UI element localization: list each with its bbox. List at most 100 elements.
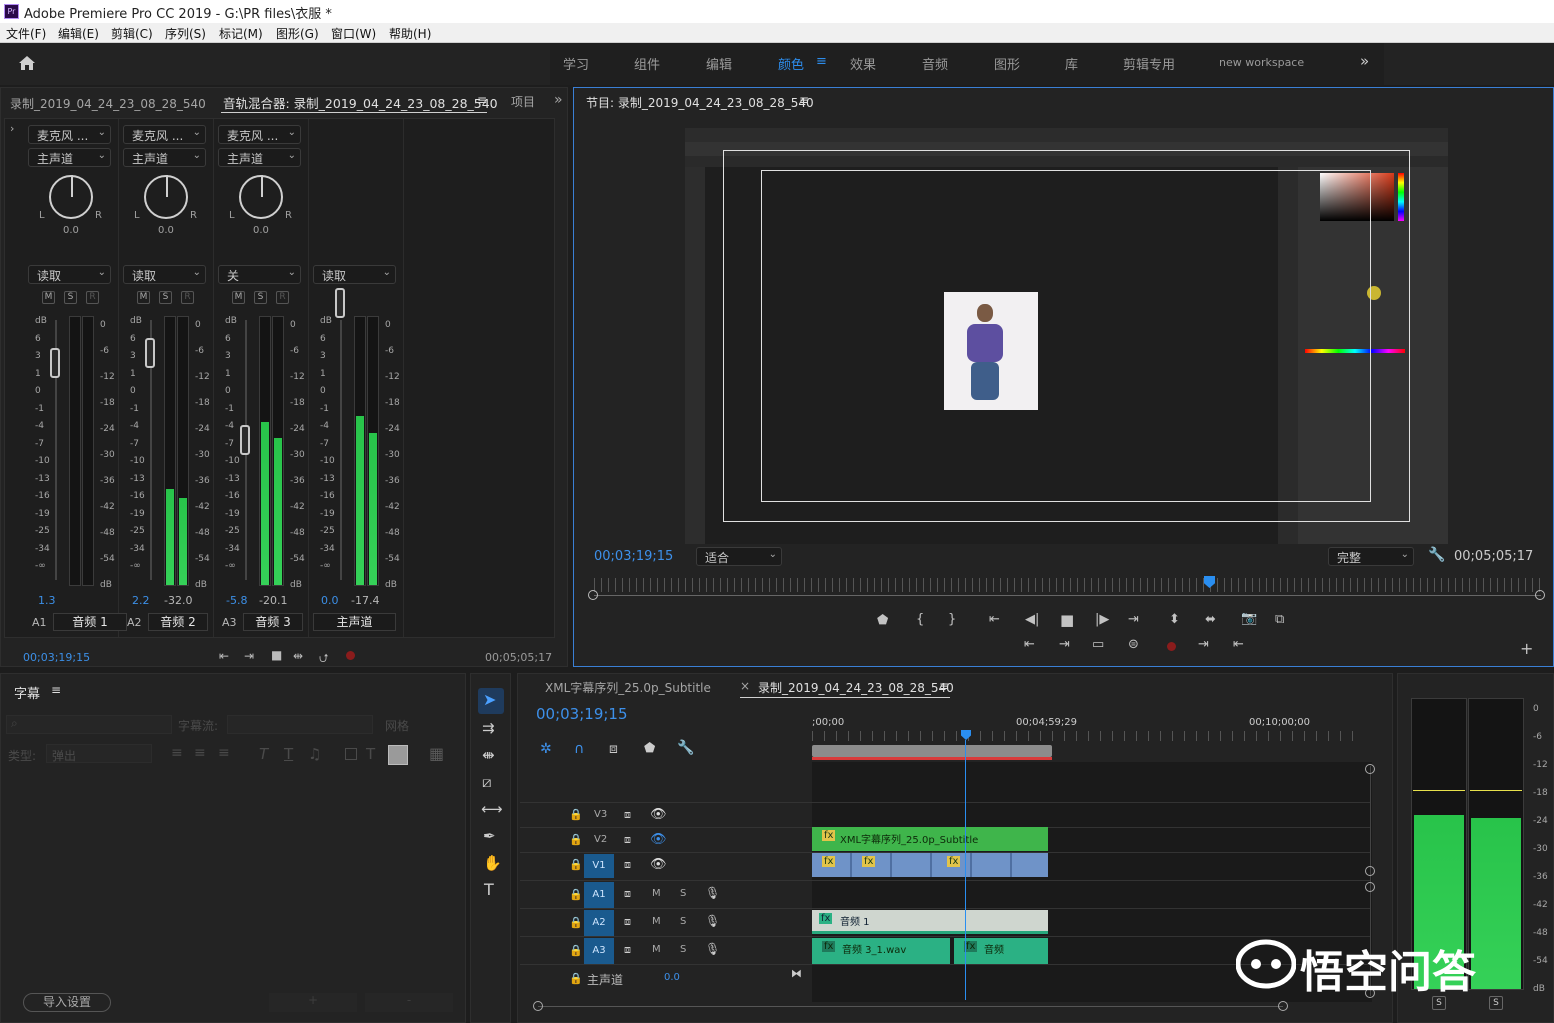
program-playhead-timecode[interactable]: 00;03;19;15 [594,549,673,564]
color-swatch[interactable] [388,745,408,765]
linked-selection-icon[interactable]: ⧈ [609,741,618,757]
program-title[interactable]: 节目: 录制_2019_04_24_23_08_28_540 [586,94,814,111]
ch3-input-select[interactable]: 麦克风 ... ⌄ [218,125,301,144]
track-select-tool-icon[interactable]: ⇉ [482,719,495,737]
caption-search-input[interactable] [6,715,172,734]
selection-tool-icon[interactable]: ➤ [483,690,496,709]
expand-chevron-icon[interactable]: › [10,122,14,135]
v3-sync-icon[interactable]: ⧈ [624,808,631,822]
master-track-volume[interactable]: 0.0 [664,972,680,983]
ch3-mute[interactable]: M [232,291,245,304]
a1-solo[interactable]: S [680,888,686,899]
timeline-menu-icon[interactable]: ≡ [939,679,949,693]
v1-label[interactable]: V1 [584,854,614,878]
menu-marker[interactable]: 标记(M) [219,25,263,42]
step-forward-icon[interactable]: |▶ [1095,612,1109,627]
menu-file[interactable]: 文件(F) [6,25,46,42]
ch2-output-select[interactable]: 主声道 ⌄ [123,148,206,167]
italic-icon[interactable]: T [259,745,268,763]
ch1-pan-value[interactable]: 0.0 [63,225,79,236]
captions-menu-icon[interactable]: ≡ [51,683,61,697]
menu-clip[interactable]: 剪辑(C) [111,25,153,42]
go-to-next-edit-icon[interactable]: ⇥ [1059,637,1070,652]
ws-new-workspace[interactable]: new workspace [1219,56,1304,69]
text-color-icon[interactable]: T [366,745,375,763]
panel-overflow-icon[interactable]: » [554,92,563,108]
align-left-icon[interactable]: ≡ [171,745,183,761]
ch3-volume-fader[interactable] [240,425,250,455]
align-right-icon[interactable]: ≡ [218,745,230,761]
ws-learn[interactable]: 学习 [563,54,589,73]
a1-mute[interactable]: M [652,888,661,899]
h-scroll-start[interactable] [533,1001,543,1011]
lift-icon[interactable]: ⬍ [1169,612,1180,627]
mixer-play-in-out-icon[interactable]: ⇹ [293,649,303,663]
ch1-pan-knob[interactable] [49,175,93,219]
v2-eye-hidden-icon[interactable]: 👁 [650,832,667,847]
a3-solo[interactable]: S [680,944,686,955]
home-icon[interactable] [18,55,36,71]
ch2-volume-value[interactable]: 2.2 [132,594,150,607]
ch1-output-select[interactable]: 主声道 ⌄ [28,148,111,167]
insert-icon[interactable]: ⇥ [1198,637,1209,652]
ch2-pan-value[interactable]: 0.0 [158,225,174,236]
align-center-icon[interactable]: ≡ [194,745,206,761]
v3-lock-icon[interactable]: 🔒 [569,808,583,821]
mixer-timecode[interactable]: 00;03;19;15 [23,651,90,664]
captions-title[interactable]: 字幕 [14,683,40,702]
ws-color[interactable]: 颜色 [778,54,804,73]
a2-voiceover-mic-icon[interactable]: 🎙 [705,914,720,928]
master-lock-icon[interactable]: 🔒 [569,972,583,985]
ch3-solo[interactable]: S [254,291,267,304]
ws-clip-custom[interactable]: 剪辑专用 [1123,54,1175,73]
timeline-timecode[interactable]: 00;03;19;15 [536,705,628,723]
ch2-pan-knob[interactable] [144,175,188,219]
program-time-ruler[interactable] [594,578,1541,592]
ws-audio[interactable]: 音频 [922,54,948,73]
ch2-solo[interactable]: S [159,291,172,304]
vr-video-icon[interactable]: ⊜ [1128,637,1139,652]
stream-select[interactable] [227,715,373,734]
add-marker-timeline-icon[interactable]: ⬟ [644,741,655,756]
mixer-menu-icon[interactable]: ≡ [477,93,487,107]
menu-window[interactable]: 窗口(W) [331,25,376,42]
tab-xml-sequence[interactable]: XML字幕序列_25.0p_Subtitle [545,679,711,696]
tab-project[interactable]: 项目 [511,93,535,110]
a3-mute[interactable]: M [652,944,661,955]
mark-in-icon[interactable]: { [916,612,924,627]
record-icon[interactable] [1167,642,1176,651]
ch2-volume-fader[interactable] [145,338,155,368]
program-zoom-select[interactable]: 适合 ⌄ [696,547,782,566]
program-menu-icon[interactable]: ≡ [799,93,809,107]
hand-tool-icon[interactable]: ✋ [483,854,502,872]
v1-lock-icon[interactable]: 🔒 [569,858,583,871]
a3-label[interactable]: A3 [584,938,614,964]
ch2-automation-select[interactable]: 读取 ⌄ [123,265,206,284]
ws-assembly[interactable]: 组件 [634,54,660,73]
ch1-mute[interactable]: M [42,291,55,304]
type-select[interactable]: 弹出 [46,744,152,763]
ch4-volume-fader[interactable] [335,288,345,318]
remove-caption-button[interactable]: - [365,993,453,1012]
ch1-record[interactable]: R [86,291,99,304]
ws-editing[interactable]: 编辑 [706,54,732,73]
comparison-view-icon[interactable]: ⧉ [1275,612,1284,627]
type-tool-icon[interactable]: T [484,880,494,899]
program-video-frame[interactable] [685,128,1448,544]
ch3-pan-knob[interactable] [239,175,283,219]
scrub-start-handle[interactable] [588,590,598,600]
mark-out-icon[interactable]: } [948,612,956,627]
tab-audio-track-mixer[interactable]: 音轨混合器: 录制_2019_04_24_23_08_28_540 [223,93,498,112]
ch1-volume-fader[interactable] [50,348,60,378]
a2-solo[interactable]: S [680,916,686,927]
a3-voiceover-mic-icon[interactable]: 🎙 [705,942,720,956]
ripple-edit-tool-icon[interactable]: ⇼ [482,746,495,764]
a2-lock-icon[interactable]: 🔒 [569,916,583,929]
ch1-volume-value[interactable]: 1.3 [38,594,56,607]
close-tab-icon[interactable]: × [740,679,750,693]
menu-help[interactable]: 帮助(H) [389,25,431,42]
ch3-automation-select[interactable]: 关 ⌄ [218,265,301,284]
clip-v2-subtitle[interactable]: fx XML字幕序列_25.0p_Subtitle [812,827,1048,851]
pen-tool-icon[interactable]: ✒ [483,827,496,845]
underline-icon[interactable]: T [284,745,293,763]
